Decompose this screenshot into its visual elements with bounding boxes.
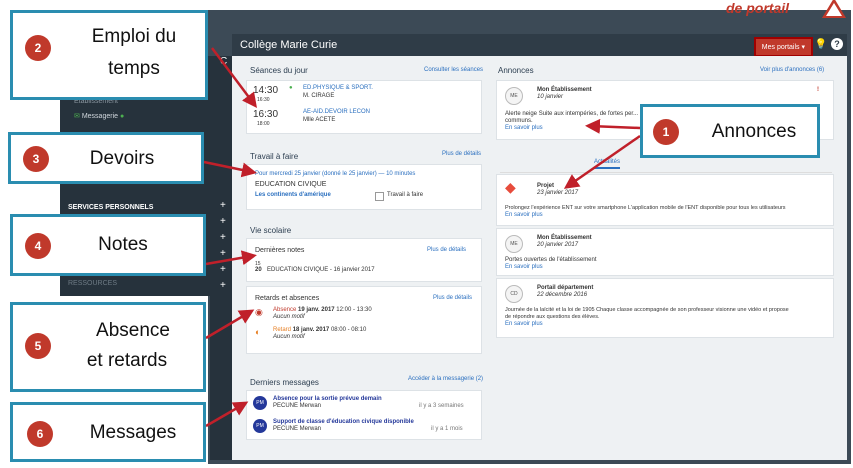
callout-label: Devoirs <box>89 148 155 169</box>
arrow-messages <box>205 401 249 428</box>
callout-messages: 6 Messages <box>10 402 206 462</box>
callout-absences: 5 Absence et retards <box>10 302 206 392</box>
arrow-absences <box>205 309 255 340</box>
callout-notes: 4 Notes <box>10 214 206 276</box>
callout-label: et retards <box>86 350 168 371</box>
callout-label: Emploi du <box>91 26 177 47</box>
callout-badge: 2 <box>25 35 51 61</box>
callout-badge: 4 <box>25 233 51 259</box>
callout-annonces: 1 Annonces <box>640 104 820 158</box>
callout-label: Absence <box>96 320 170 341</box>
arrow-devoirs <box>203 160 257 178</box>
arrow-annonces-2 <box>563 134 641 189</box>
callout-label: Annonces <box>711 121 797 142</box>
callout-label: Messages <box>89 422 177 443</box>
callout-devoirs: 3 Devoirs <box>8 132 204 184</box>
callout-badge: 5 <box>25 333 51 359</box>
callout-badge: 1 <box>653 119 679 145</box>
callout-label: temps <box>108 58 160 79</box>
callout-emploi: 2 Emploi du temps <box>10 10 208 100</box>
callout-badge: 6 <box>27 421 53 447</box>
callout-badge: 3 <box>23 146 49 172</box>
arrow-emploi <box>211 47 257 108</box>
callout-label: Notes <box>98 234 148 255</box>
arrow-annonces-1 <box>585 118 641 134</box>
arrow-notes <box>205 250 257 266</box>
